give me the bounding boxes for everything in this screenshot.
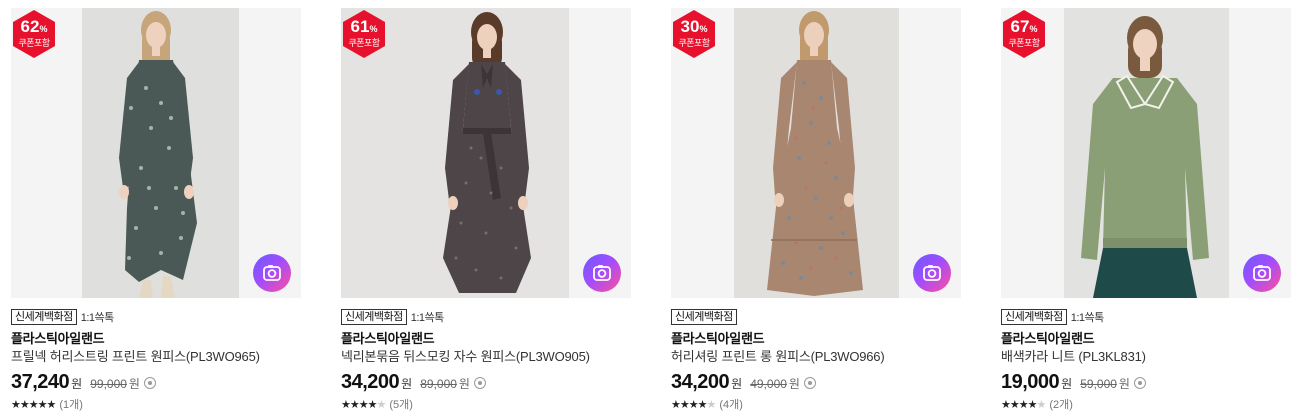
product-name[interactable]: 배색카라 니트 (PL3KL831) [1001, 349, 1291, 365]
info-icon[interactable] [143, 377, 156, 389]
price-row: 34,200 원 89,000 원 [341, 371, 631, 395]
camera-icon [1253, 265, 1271, 281]
rating-row: ★★★★★ (5개) [341, 396, 631, 412]
review-count: (4개) [719, 399, 743, 411]
percent-sign: % [699, 24, 708, 34]
info-icon[interactable] [1133, 377, 1146, 389]
store-tag: 신세계백화점 [11, 309, 77, 325]
percent-sign: % [39, 24, 48, 34]
brand-name[interactable]: 플라스틱아일랜드 [1001, 331, 1291, 347]
info-icon[interactable] [473, 377, 486, 389]
original-price: 49,000 [750, 377, 787, 391]
product-image[interactable]: 61% 쿠폰포함 [341, 8, 631, 298]
original-price-unit: 원 [128, 377, 140, 391]
product-card[interactable]: 30% 쿠폰포함 신세계백화점 플라스틱아일랜드 허리셔링 프린트 롱 원피스(… [671, 8, 961, 412]
price-row: 19,000 원 59,000 원 [1001, 371, 1291, 395]
percent-sign: % [369, 24, 378, 34]
camera-icon [593, 265, 611, 281]
coupon-included-label: 쿠폰포함 [348, 38, 380, 48]
product-card[interactable]: 62% 쿠폰포함 신세계백화점 1:1쓱톡 플라스틱아일랜드 프릴넥 허리스트링… [11, 8, 301, 412]
discount-badge-icon: 30% 쿠폰포함 [672, 9, 716, 59]
original-price: 99,000 [90, 377, 127, 391]
product-image[interactable]: 30% 쿠폰포함 [671, 8, 961, 298]
product-image[interactable]: 62% 쿠폰포함 [11, 8, 301, 298]
original-price: 89,000 [420, 377, 457, 391]
store-tag: 신세계백화점 [671, 309, 737, 325]
star-icon: ★★★★★ [341, 398, 386, 411]
tag-row: 신세계백화점 1:1쓱톡 [11, 308, 301, 326]
tag-row: 신세계백화점 [671, 308, 961, 326]
sale-price: 37,240 [11, 371, 70, 393]
product-card[interactable]: 67% 쿠폰포함 신세계백화점 1:1쓱톡 플라스틱아일랜드 배색카라 니트 (… [1001, 8, 1291, 412]
coupon-included-label: 쿠폰포함 [678, 38, 710, 48]
price-unit: 원 [401, 377, 413, 391]
discount-percent: 30 [680, 17, 700, 36]
product-image[interactable]: 67% 쿠폰포함 [1001, 8, 1291, 298]
camera-icon [263, 265, 281, 281]
sale-price: 34,200 [671, 371, 730, 393]
price-row: 37,240 원 99,000 원 [11, 371, 301, 395]
coupon-included-label: 쿠폰포함 [18, 38, 50, 48]
product-grid: 62% 쿠폰포함 신세계백화점 1:1쓱톡 플라스틱아일랜드 프릴넥 허리스트링… [0, 0, 1300, 417]
product-name[interactable]: 넥리본묶음 뒤스모킹 자수 원피스(PL3WO905) [341, 349, 631, 365]
tag-row: 신세계백화점 1:1쓱톡 [1001, 308, 1291, 326]
review-count: (5개) [389, 399, 413, 411]
product-name[interactable]: 허리셔링 프린트 롱 원피스(PL3WO966) [671, 349, 961, 365]
rating-row: ★★★★★ (1개) [11, 396, 301, 412]
price-unit: 원 [731, 377, 743, 391]
discount-percent: 62 [20, 17, 40, 36]
sale-price: 34,200 [341, 371, 400, 393]
camera-search-button[interactable] [1243, 254, 1281, 292]
rating-row: ★★★★★ (2개) [1001, 396, 1291, 412]
store-tag: 신세계백화점 [341, 309, 407, 325]
chat-tag: 1:1쓱톡 [410, 312, 445, 324]
discount-badge-icon: 67% 쿠폰포함 [1002, 9, 1046, 59]
sale-price: 19,000 [1001, 371, 1060, 393]
brand-name[interactable]: 플라스틱아일랜드 [341, 331, 631, 347]
brand-name[interactable]: 플라스틱아일랜드 [671, 331, 961, 347]
original-price-unit: 원 [788, 377, 800, 391]
discount-badge-icon: 61% 쿠폰포함 [342, 9, 386, 59]
product-name[interactable]: 프릴넥 허리스트링 프린트 원피스(PL3WO965) [11, 349, 301, 365]
camera-icon [923, 265, 941, 281]
price-row: 34,200 원 49,000 원 [671, 371, 961, 395]
star-icon: ★★★★★ [671, 398, 716, 411]
coupon-included-label: 쿠폰포함 [1008, 38, 1040, 48]
discount-percent: 67 [1010, 17, 1030, 36]
original-price: 59,000 [1080, 377, 1117, 391]
original-price-unit: 원 [1118, 377, 1130, 391]
discount-percent: 61 [350, 17, 370, 36]
camera-search-button[interactable] [253, 254, 291, 292]
chat-tag: 1:1쓱톡 [80, 312, 115, 324]
percent-sign: % [1029, 24, 1038, 34]
brand-name[interactable]: 플라스틱아일랜드 [11, 331, 301, 347]
camera-search-button[interactable] [583, 254, 621, 292]
info-icon[interactable] [803, 377, 816, 389]
rating-row: ★★★★★ (4개) [671, 396, 961, 412]
original-price-unit: 원 [458, 377, 470, 391]
camera-search-button[interactable] [913, 254, 951, 292]
star-icon: ★★★★★ [11, 398, 56, 411]
price-unit: 원 [71, 377, 83, 391]
chat-tag: 1:1쓱톡 [1070, 312, 1105, 324]
product-card[interactable]: 61% 쿠폰포함 신세계백화점 1:1쓱톡 플라스틱아일랜드 넥리본묶음 뒤스모… [341, 8, 631, 412]
tag-row: 신세계백화점 1:1쓱톡 [341, 308, 631, 326]
review-count: (2개) [1049, 399, 1073, 411]
review-count: (1개) [59, 399, 83, 411]
discount-badge-icon: 62% 쿠폰포함 [12, 9, 56, 59]
star-icon: ★★★★★ [1001, 398, 1046, 411]
store-tag: 신세계백화점 [1001, 309, 1067, 325]
price-unit: 원 [1061, 377, 1073, 391]
